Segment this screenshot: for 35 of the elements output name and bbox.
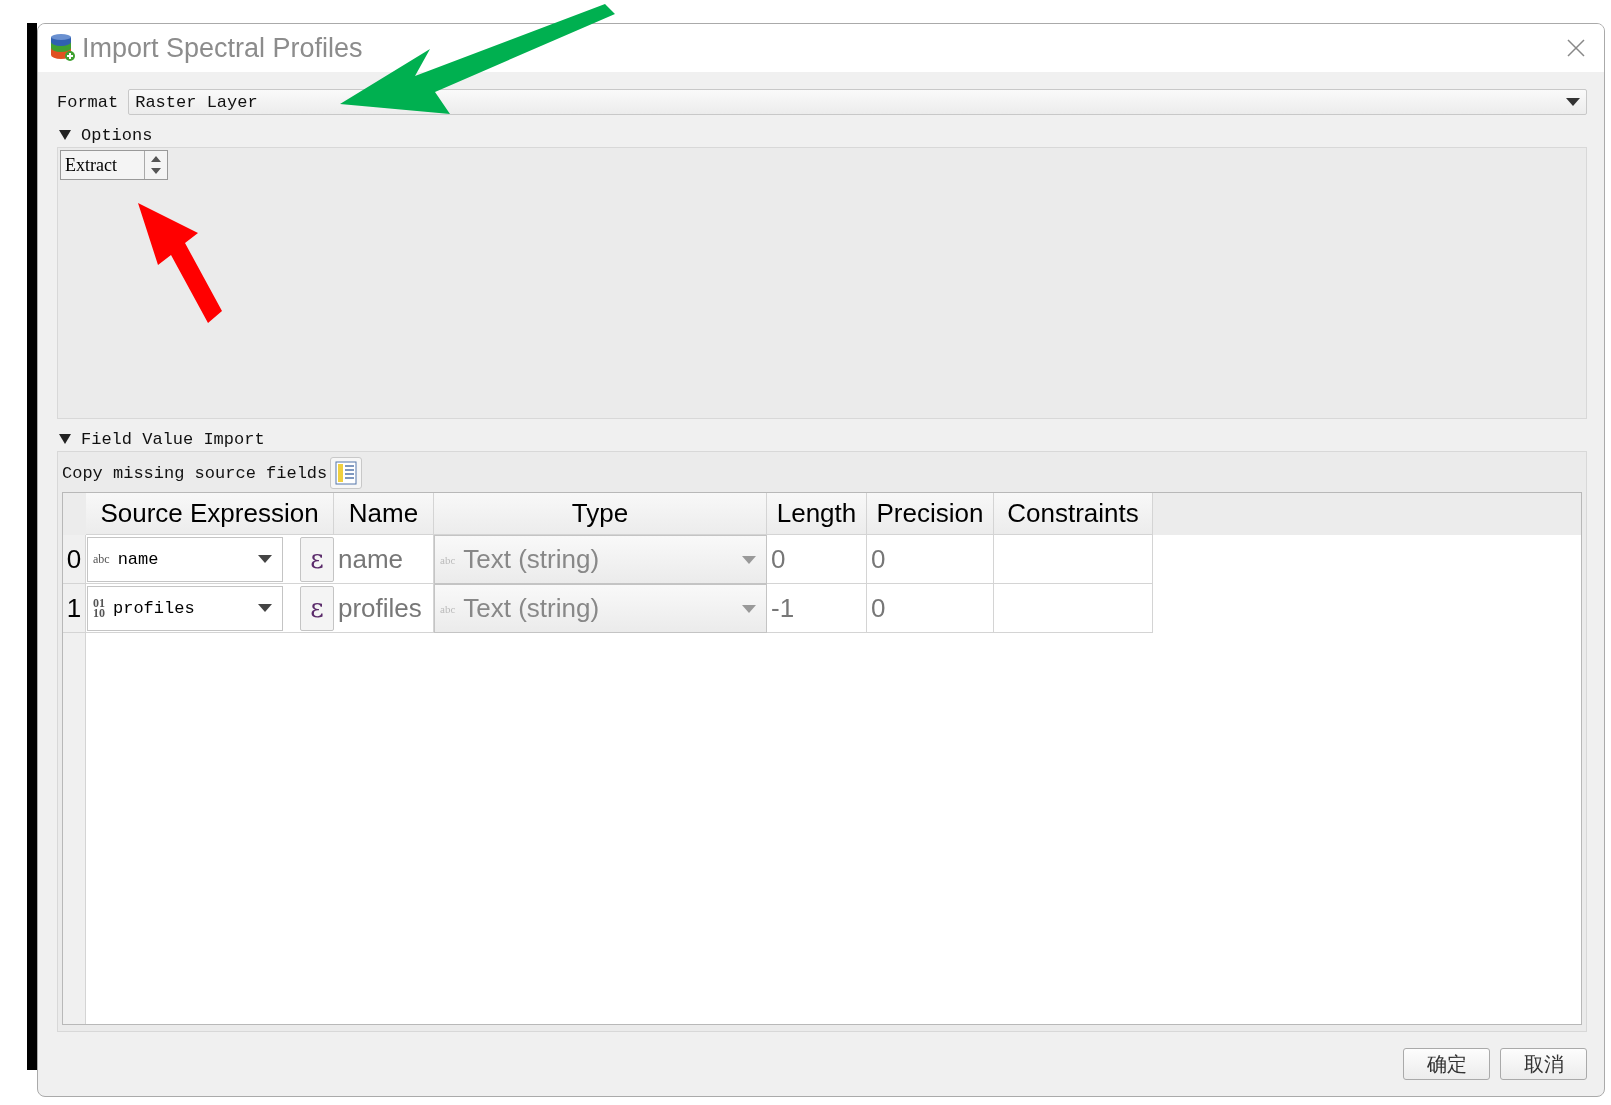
table-icon-button[interactable] xyxy=(330,457,363,489)
column-header[interactable]: Type xyxy=(434,493,767,535)
options-header[interactable]: Options xyxy=(81,125,153,145)
row-number: 1 xyxy=(63,584,86,633)
close-icon[interactable] xyxy=(1566,38,1586,58)
dropdown-caret-icon xyxy=(258,555,272,563)
dropdown-caret-icon xyxy=(742,604,756,613)
cancel-button[interactable]: 取消 xyxy=(1500,1048,1587,1080)
table-cell[interactable]: 0 xyxy=(867,584,994,633)
ok-button[interactable]: 确定 xyxy=(1403,1048,1490,1080)
window-title: Import Spectral Profiles xyxy=(82,32,363,64)
header-corner xyxy=(63,493,86,535)
collapse-triangle-icon[interactable] xyxy=(59,130,71,140)
row-number: 0 xyxy=(63,535,86,584)
source-field-dropdown[interactable]: abc name xyxy=(87,536,283,582)
collapse-triangle-icon[interactable] xyxy=(59,434,71,444)
database-icon xyxy=(50,34,76,62)
format-label: Format xyxy=(57,92,119,112)
column-header[interactable]: Source Expression xyxy=(86,493,334,535)
table-cell[interactable]: 0 xyxy=(867,535,994,584)
field-value-import-header[interactable]: Field Value Import xyxy=(81,429,265,449)
column-header[interactable]: Constraints xyxy=(994,493,1153,535)
dropdown-caret-icon xyxy=(742,555,756,564)
column-header[interactable]: Precision xyxy=(867,493,994,535)
expression-button[interactable]: ε xyxy=(300,536,334,582)
column-header[interactable]: Name xyxy=(334,493,434,535)
dropdown-caret-icon xyxy=(1566,98,1580,106)
column-header[interactable]: Length xyxy=(767,493,867,535)
copy-fields-label: Copy missing source fields xyxy=(62,463,328,483)
table-cell[interactable]: 0 xyxy=(767,535,867,584)
table-cell[interactable]: -1 xyxy=(767,584,867,633)
expression-button[interactable]: ε xyxy=(300,585,334,631)
format-dropdown[interactable]: Raster Layer xyxy=(128,89,1587,115)
dropdown-caret-icon xyxy=(258,604,272,612)
spin-box[interactable]: Extract xyxy=(60,150,168,180)
